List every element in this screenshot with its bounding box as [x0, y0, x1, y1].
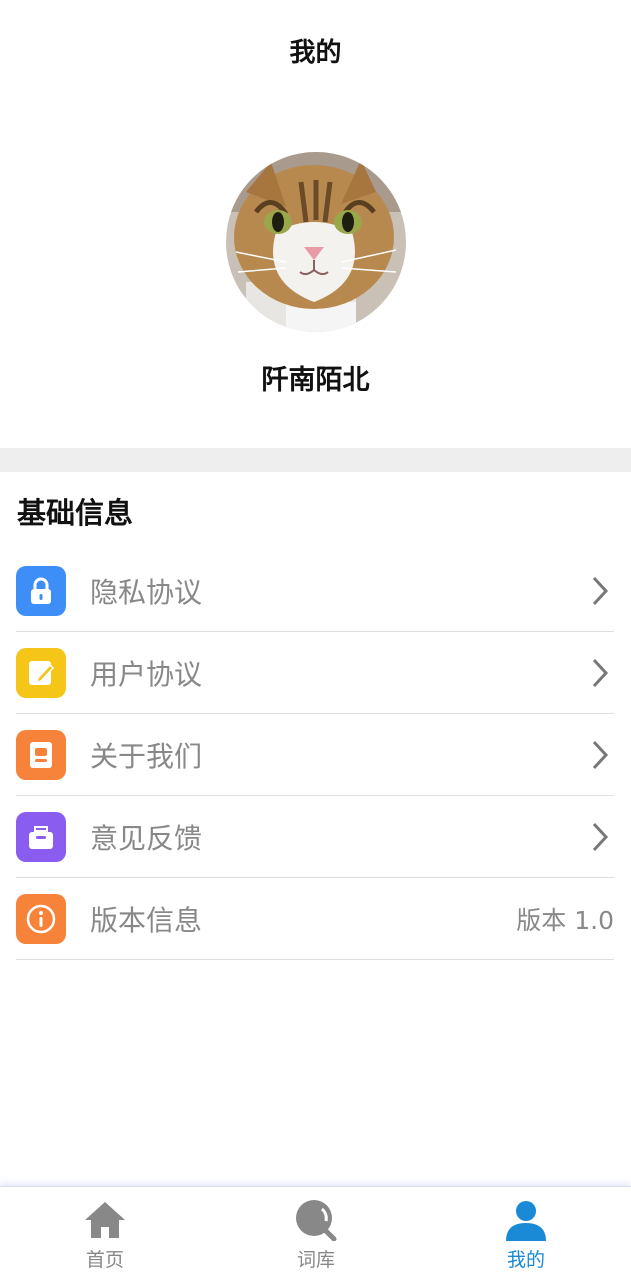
- menu-item-user-agreement[interactable]: 用户协议: [16, 632, 614, 714]
- feedback-icon: [16, 811, 66, 862]
- page-title: 我的: [289, 37, 342, 68]
- info-icon: [16, 893, 66, 944]
- username: 阡南陌北: [261, 365, 370, 396]
- profile-section: 阡南陌北: [0, 100, 631, 448]
- menu-item-label: 用户协议: [90, 657, 203, 691]
- section-title: 基础信息: [17, 496, 134, 530]
- search-icon: [294, 1199, 338, 1241]
- menu-item-version-info[interactable]: 版本信息 版本 1.0: [16, 878, 614, 960]
- contact-card-icon: [16, 729, 66, 780]
- settings-menu: 隐私协议 用户协议 关于我们 意见反馈 版本信息 版本 1.0: [16, 550, 614, 960]
- page-header: 我的: [0, 0, 631, 100]
- menu-item-privacy-policy[interactable]: 隐私协议: [16, 550, 614, 632]
- menu-item-label: 版本信息: [90, 903, 203, 937]
- menu-item-label: 隐私协议: [90, 575, 203, 609]
- tab-mine[interactable]: 我的: [421, 1187, 631, 1280]
- bottom-tab-bar: 首页 词库 我的: [0, 1186, 631, 1280]
- menu-item-feedback[interactable]: 意见反馈: [16, 796, 614, 878]
- user-icon: [504, 1199, 548, 1241]
- version-value: 版本 1.0: [516, 905, 614, 935]
- tab-label: 首页: [85, 1249, 124, 1271]
- chevron-right-icon: [586, 735, 614, 775]
- avatar[interactable]: [226, 152, 406, 332]
- home-icon: [83, 1199, 127, 1241]
- edit-icon: [16, 647, 66, 698]
- menu-item-about-us[interactable]: 关于我们: [16, 714, 614, 796]
- menu-item-label: 意见反馈: [90, 821, 203, 855]
- chevron-right-icon: [586, 817, 614, 857]
- chevron-right-icon: [586, 571, 614, 611]
- tab-dictionary[interactable]: 词库: [211, 1187, 421, 1280]
- tab-home[interactable]: 首页: [0, 1187, 210, 1280]
- menu-item-label: 关于我们: [90, 739, 203, 773]
- tab-label: 我的: [506, 1249, 545, 1271]
- section-divider: [0, 448, 631, 472]
- tab-label: 词库: [296, 1249, 335, 1271]
- lock-icon: [16, 565, 66, 616]
- cat-avatar-image: [226, 152, 406, 332]
- chevron-right-icon: [586, 653, 614, 693]
